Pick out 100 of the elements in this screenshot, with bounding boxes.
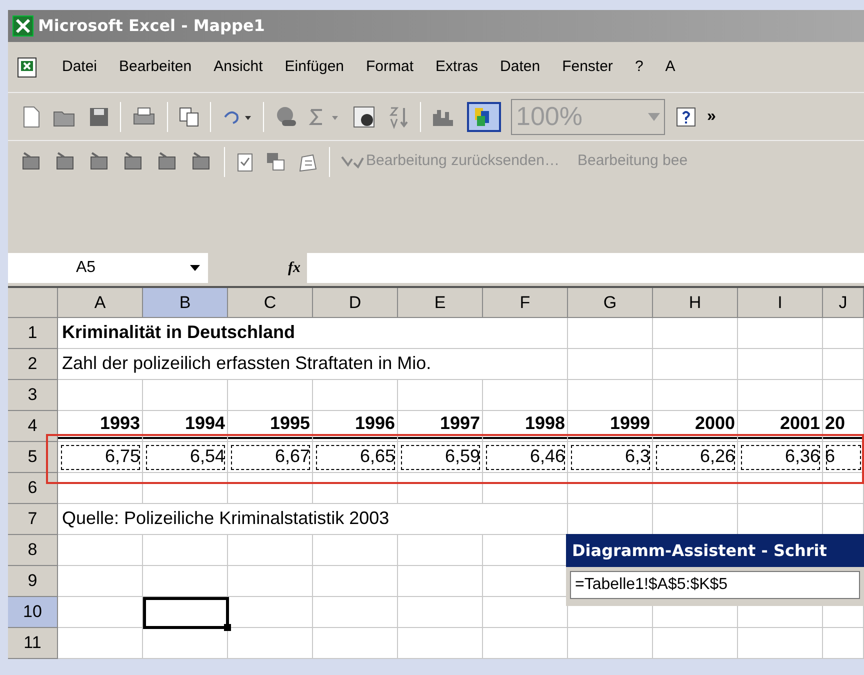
colorful-cube-icon[interactable] [467, 102, 501, 132]
table-cell[interactable] [143, 473, 228, 504]
table-cell[interactable] [823, 380, 864, 411]
table-cell[interactable] [483, 628, 568, 659]
help-icon[interactable] [675, 106, 697, 128]
windows-icon[interactable] [265, 150, 287, 172]
table-cell[interactable] [823, 628, 864, 659]
table-cell[interactable] [228, 535, 313, 566]
row-header[interactable]: 9 [8, 566, 58, 597]
table-cell[interactable] [398, 380, 483, 411]
column-header[interactable]: E [398, 288, 483, 318]
table-cell[interactable] [568, 380, 653, 411]
table-cell[interactable] [738, 318, 823, 349]
column-header[interactable]: B [143, 288, 228, 318]
row-header[interactable]: 11 [8, 628, 58, 659]
table-cell[interactable] [313, 597, 398, 628]
table-cell[interactable] [738, 628, 823, 659]
table-cell[interactable] [738, 473, 823, 504]
table-cell[interactable] [738, 380, 823, 411]
select-all-corner[interactable] [8, 288, 58, 318]
row-header[interactable]: 3 [8, 380, 58, 411]
name-box[interactable]: A5 [8, 253, 208, 283]
table-cell[interactable] [58, 628, 143, 659]
menu-item[interactable]: A [665, 56, 676, 78]
table-cell[interactable] [313, 535, 398, 566]
menu-item[interactable]: Datei [62, 56, 98, 78]
formula-field[interactable] [306, 253, 864, 283]
column-header[interactable]: G [568, 288, 653, 318]
table-cell[interactable] [313, 380, 398, 411]
fill-handle[interactable] [224, 624, 231, 631]
table-cell[interactable] [483, 380, 568, 411]
menu-item[interactable]: Extras [436, 56, 478, 78]
row-header[interactable]: 7 [8, 504, 58, 535]
table-cell[interactable] [313, 473, 398, 504]
table-cell[interactable]: 6,67 [228, 442, 313, 473]
table-cell[interactable] [58, 473, 143, 504]
table-cell[interactable] [313, 566, 398, 597]
row-header[interactable]: 2 [8, 349, 58, 380]
menu-item[interactable]: Format [366, 56, 414, 78]
table-cell[interactable]: 6,59 [398, 442, 483, 473]
table-cell[interactable] [653, 318, 738, 349]
table-cell[interactable] [653, 349, 738, 380]
table-cell[interactable] [398, 597, 483, 628]
range-field[interactable]: =Tabelle1!$A$5:$K$5 [570, 571, 860, 599]
column-header[interactable]: F [483, 288, 568, 318]
menu-item[interactable]: Einfügen [284, 56, 344, 78]
dropdown-arrow-icon[interactable] [190, 265, 200, 271]
row-header[interactable]: 1 [8, 318, 58, 349]
table-cell[interactable]: 6,65 [313, 442, 398, 473]
function-label[interactable]: fx [288, 256, 300, 280]
copy-icon[interactable] [178, 106, 200, 128]
table-cell[interactable] [228, 473, 313, 504]
column-header[interactable]: I [738, 288, 823, 318]
table-cell[interactable] [58, 535, 143, 566]
table-cell[interactable]: 6,26 [653, 442, 738, 473]
table-cell[interactable] [738, 349, 823, 380]
save-icon[interactable] [88, 106, 110, 128]
row-header[interactable]: 8 [8, 535, 58, 566]
table-cell[interactable] [568, 628, 653, 659]
table-cell[interactable]: Zahl der polizeilich erfassten Straftaten in Mio. [58, 349, 568, 380]
table-cell[interactable]: 6,75 [58, 442, 143, 473]
table-cell[interactable] [398, 473, 483, 504]
menu-item[interactable]: Bearbeiten [119, 56, 192, 78]
table-cell[interactable] [228, 566, 313, 597]
table-cell[interactable] [58, 566, 143, 597]
table-cell[interactable] [823, 318, 864, 349]
column-header[interactable]: A [58, 288, 143, 318]
column-header[interactable]: H [653, 288, 738, 318]
toolbar-overflow[interactable]: » [707, 108, 716, 124]
table-cell[interactable] [313, 628, 398, 659]
table-cell[interactable]: 6,54 [143, 442, 228, 473]
row-header[interactable]: 10 [8, 597, 58, 628]
table-cell[interactable] [568, 318, 653, 349]
table-cell[interactable] [228, 380, 313, 411]
column-header[interactable]: C [228, 288, 313, 318]
table-cell[interactable] [823, 349, 864, 380]
table-cell[interactable] [143, 566, 228, 597]
column-header[interactable]: J [823, 288, 864, 318]
table-cell[interactable] [653, 628, 738, 659]
table-cell[interactable]: Kriminalität in Deutschland [58, 318, 568, 349]
printer-icon[interactable] [131, 106, 157, 128]
menu-item[interactable]: Fenster [562, 56, 613, 78]
table-cell[interactable] [58, 597, 143, 628]
table-cell[interactable] [483, 473, 568, 504]
table-cell[interactable]: 6,3 [568, 442, 653, 473]
table-cell[interactable] [568, 473, 653, 504]
row-header[interactable]: 4 [8, 411, 58, 442]
menu-item[interactable]: Daten [500, 56, 540, 78]
checklist-icon[interactable] [235, 150, 255, 172]
row-header[interactable]: 5 [8, 442, 58, 473]
table-cell[interactable] [568, 349, 653, 380]
table-cell[interactable] [143, 535, 228, 566]
table-cell[interactable] [653, 380, 738, 411]
table-cell[interactable] [398, 628, 483, 659]
table-cell[interactable]: 6,46 [483, 442, 568, 473]
menu-item[interactable]: Ansicht [214, 56, 263, 78]
table-cell[interactable] [398, 566, 483, 597]
table-cell[interactable] [653, 473, 738, 504]
table-cell[interactable] [143, 380, 228, 411]
table-cell[interactable] [58, 380, 143, 411]
